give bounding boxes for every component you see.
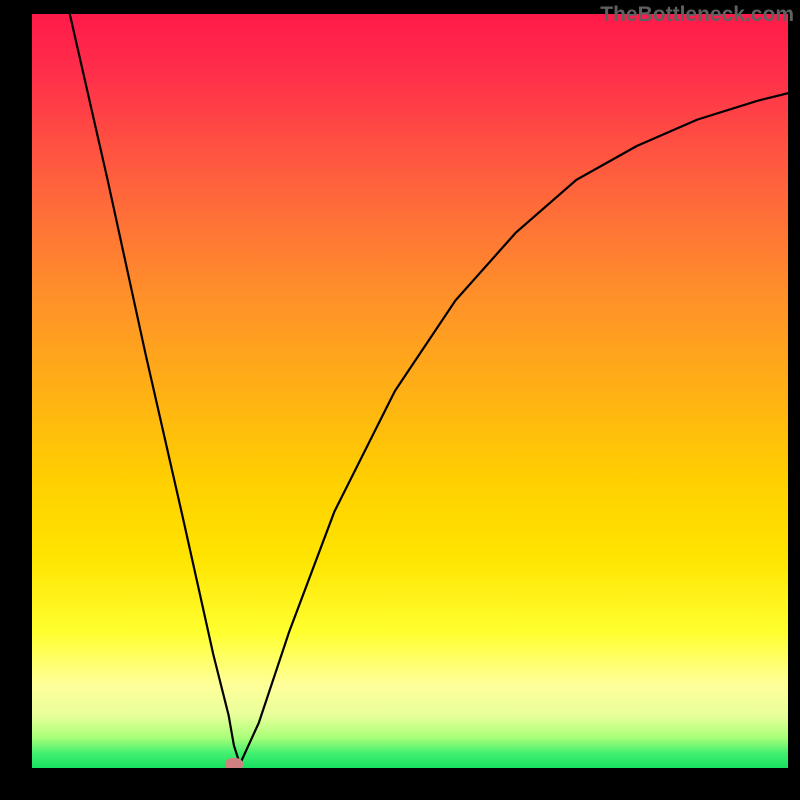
optimal-point-marker: [225, 758, 243, 768]
bottleneck-curve: [32, 14, 788, 768]
watermark-text: TheBottleneck.com: [594, 0, 800, 30]
plot-area: [32, 14, 788, 768]
chart-frame: TheBottleneck.com: [0, 0, 800, 800]
